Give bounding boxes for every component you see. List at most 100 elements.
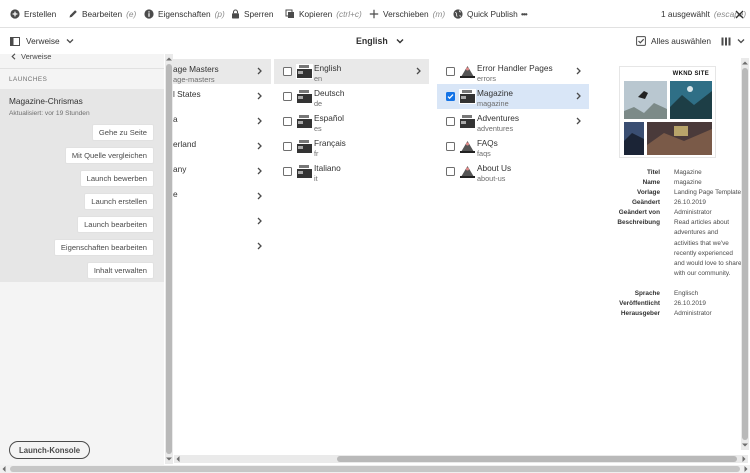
property-value: Englisch [674,290,699,297]
list-item[interactable]: age Masters age-masters [173,59,271,84]
list-item[interactable]: FAQs faqs [437,134,589,159]
more-actions-button[interactable]: ••• [521,0,528,28]
item-name: age-masters [173,75,215,84]
item-title: Español [314,113,344,123]
row-checkbox-checked[interactable] [446,92,455,101]
copy-icon [285,9,294,18]
select-all-button[interactable]: Alles auswählen [636,28,711,54]
move-button[interactable]: Verschieben (m) [369,0,445,28]
rail-scrollbar[interactable] [165,54,173,464]
page-thumbnail-icon [459,139,476,154]
property-key: Herausgeber [620,310,660,317]
list-item[interactable]: Español es [274,109,429,134]
list-item[interactable]: erland [173,134,271,159]
create-launch-button[interactable]: Launch erstellen [84,193,154,210]
chevron-down-icon [396,39,404,44]
properties-button[interactable]: Eigenschaften (p) [144,0,225,28]
scroll-down-icon[interactable] [742,442,748,448]
lock-icon [232,9,239,19]
page-thumbnail-icon [459,64,476,79]
columns-horizontal-scrollbar[interactable] [174,455,748,463]
chevron-left-icon [11,53,16,60]
launch-console-button[interactable]: Launch-Konsole [9,441,91,459]
row-checkbox[interactable] [446,142,455,151]
selection-count-label: 1 ausgewählt [661,9,710,19]
item-title: Error Handler Pages [477,63,553,73]
edit-launch-button[interactable]: Launch bearbeiten [77,216,154,233]
page-preview-image: WKND SITE [619,66,716,158]
rail-section-heading: LAUNCHES [9,76,48,83]
list-item[interactable]: Français fr [274,134,429,159]
close-selection-button[interactable] [735,0,748,28]
row-checkbox[interactable] [283,167,292,176]
rail-back-label: Verweise [21,52,52,61]
preview-scroll-thumb[interactable] [742,68,748,440]
quick-publish-button[interactable]: Quick Publish [453,0,518,28]
list-item[interactable]: Error Handler Pages errors [437,59,589,84]
edit-button[interactable]: Bearbeiten (e) [68,0,136,28]
list-item-selected[interactable]: Magazine magazine [437,84,589,109]
property-key: Beschreibung [617,219,660,226]
compare-with-source-button[interactable]: Mit Quelle vergleichen [64,147,154,164]
scroll-left-icon[interactable] [1,466,7,472]
scroll-right-icon[interactable] [743,466,749,472]
preview-site-caption: WKND SITE [672,71,709,77]
list-item[interactable]: Italiano it [274,159,429,184]
manage-content-button[interactable]: Inhalt verwalten [86,262,154,279]
item-name: es [314,124,322,133]
row-checkbox[interactable] [446,67,455,76]
create-button[interactable]: Erstellen [10,0,56,28]
item-title: Deutsch [314,88,345,98]
list-item[interactable]: a [173,109,271,134]
references-rail: Verweise LAUNCHES Magazine-Chrismas Aktu… [0,52,164,465]
scroll-left-icon[interactable] [175,456,181,462]
more-icon: ••• [521,9,528,19]
item-title: age Masters [173,64,219,74]
window-scroll-thumb[interactable] [10,466,740,472]
preview-scrollbar[interactable] [741,58,749,450]
row-checkbox[interactable] [283,117,292,126]
page-thumbnail-icon [459,89,476,104]
list-item[interactable]: Deutsch de [274,84,429,109]
page-thumbnail-icon [296,139,313,154]
launch-actions: Gehe zu Seite Mit Quelle vergleichen Lau… [0,123,164,282]
action-toolbar: Erstellen Bearbeiten (e) Eigenschaften (… [0,0,750,28]
launch-item[interactable]: Magazine-Chrismas Aktualisiert: vor 19 S… [0,89,164,123]
rail-back-link[interactable]: Verweise [11,52,51,61]
chevron-right-icon [257,217,262,225]
list-item[interactable]: l States [173,84,271,109]
property-key: Vorlage [637,189,660,196]
row-checkbox[interactable] [283,142,292,151]
list-item[interactable]: Adventures adventures [437,109,589,134]
row-checkbox[interactable] [446,117,455,126]
list-item[interactable] [173,209,271,234]
property-value: Magazine [674,169,702,176]
list-item[interactable]: English en [274,59,429,84]
row-checkbox[interactable] [283,92,292,101]
scroll-down-icon[interactable] [166,456,172,462]
scroll-up-icon[interactable] [742,60,748,66]
secondary-bar: Verweise English Alles auswählen [0,28,750,54]
go-to-page-button[interactable]: Gehe zu Seite [91,124,154,141]
property-value: 26.10.2019 [674,300,706,307]
property-value: Landing Page Template [674,189,742,196]
horizontal-scroll-thumb[interactable] [337,456,737,462]
rail-scroll-thumb[interactable] [166,64,172,454]
window-horizontal-scrollbar[interactable] [0,465,750,473]
list-item[interactable] [173,234,271,259]
scroll-right-icon[interactable] [741,456,747,462]
property-key: Geändert [631,199,660,206]
rail-toggle-button[interactable]: Verweise [10,28,80,54]
list-item[interactable]: About Us about-us [437,159,589,184]
edit-properties-button[interactable]: Eigenschaften bearbeiten [53,239,154,256]
language-selector[interactable]: English [356,28,404,54]
view-switcher[interactable] [721,28,745,54]
list-item[interactable]: any [173,159,271,184]
list-item[interactable]: e [173,184,271,209]
scroll-up-icon[interactable] [166,56,172,62]
row-checkbox[interactable] [283,67,292,76]
promote-launch-button[interactable]: Launch bewerben [79,170,154,187]
copy-button[interactable]: Kopieren (ctrl+c) [285,0,362,28]
lock-button[interactable]: Sperren [231,0,274,28]
row-checkbox[interactable] [446,167,455,176]
